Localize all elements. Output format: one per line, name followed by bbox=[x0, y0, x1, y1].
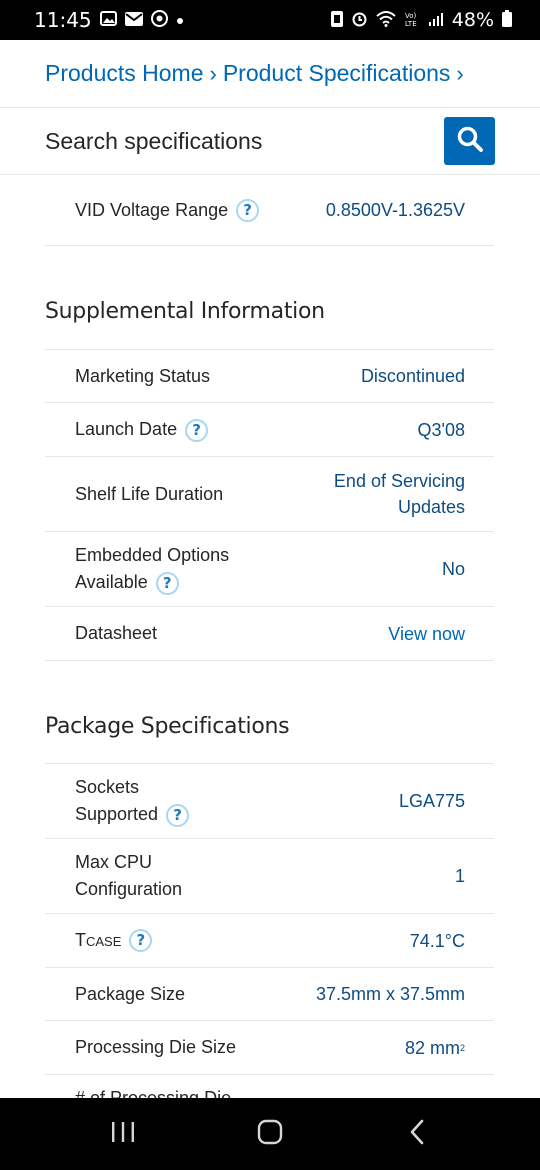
spec-label: Embedded Options Available? bbox=[75, 542, 265, 596]
status-time: 11:45 bbox=[34, 8, 92, 32]
breadcrumb-products-home[interactable]: Products Home bbox=[45, 60, 204, 87]
navigation-bar bbox=[0, 1098, 540, 1170]
spec-label: Shelf Life Duration bbox=[75, 483, 224, 504]
battery-icon bbox=[502, 10, 512, 30]
recent-apps-button[interactable] bbox=[93, 1109, 153, 1159]
spec-value: Discontinued bbox=[360, 366, 465, 386]
svg-text:LTE: LTE bbox=[405, 20, 417, 27]
signal-icon bbox=[428, 11, 444, 30]
spec-value: LGA775 bbox=[398, 791, 465, 811]
spec-label: Datasheet bbox=[75, 623, 158, 643]
spec-label: Sockets Supported? bbox=[75, 774, 215, 828]
spec-label: Processing Die Size bbox=[75, 1037, 237, 1057]
chrome-icon bbox=[150, 10, 168, 30]
status-bar: 11:45 Vo) LTE 48% bbox=[0, 0, 540, 40]
help-icon[interactable]: ? bbox=[129, 929, 153, 953]
specifications-content[interactable]: VID Voltage Range? 0.8500V-1.3625V Suppl… bbox=[0, 175, 540, 1098]
status-left: 11:45 bbox=[34, 8, 184, 32]
spec-label: Package Size bbox=[75, 983, 186, 1004]
help-icon[interactable]: ? bbox=[155, 571, 179, 595]
datasheet-view-now-link[interactable]: View now bbox=[388, 621, 465, 647]
nfc-icon bbox=[330, 10, 343, 30]
spec-value: No bbox=[441, 559, 465, 579]
help-icon[interactable]: ? bbox=[185, 418, 209, 442]
alarm-icon bbox=[351, 10, 368, 30]
svg-text:Vo): Vo) bbox=[405, 12, 417, 20]
search-button[interactable] bbox=[444, 117, 495, 165]
breadcrumb-product-specifications[interactable]: Product Specifications bbox=[223, 60, 451, 87]
gallery-icon bbox=[99, 11, 117, 29]
spec-value: 82 mm2 bbox=[404, 1037, 465, 1058]
spec-label: VID Voltage Range? bbox=[75, 197, 260, 224]
home-icon bbox=[257, 1119, 283, 1150]
spec-row-tcase: TCASE? 74.1°C bbox=[45, 914, 494, 968]
search-icon bbox=[456, 125, 484, 158]
spec-row-embedded-options: Embedded Options Available? No bbox=[45, 532, 494, 607]
section-title-package: Package Specifications bbox=[45, 714, 290, 739]
spec-value: 1 bbox=[454, 866, 465, 886]
home-button[interactable] bbox=[240, 1109, 300, 1159]
breadcrumb: Products Home › Product Specifications › bbox=[0, 40, 540, 108]
back-button[interactable] bbox=[387, 1109, 447, 1159]
spec-label: Max CPU Configuration bbox=[75, 852, 183, 899]
breadcrumb-separator: › bbox=[456, 60, 464, 86]
back-icon bbox=[408, 1119, 426, 1150]
spec-value: 0.8500V-1.3625V bbox=[325, 200, 465, 220]
help-icon[interactable]: ? bbox=[236, 199, 260, 223]
spec-label: # of Processing Die bbox=[75, 1088, 232, 1098]
battery-percent: 48% bbox=[451, 9, 494, 31]
spec-row-marketing-status: Marketing Status Discontinued bbox=[45, 350, 494, 403]
spec-row-sockets-supported: Sockets Supported? LGA775 bbox=[45, 764, 494, 839]
spec-label: TCASE? bbox=[75, 927, 153, 955]
spec-row-launch-date: Launch Date? Q3'08 bbox=[45, 403, 494, 457]
volte-icon: Vo) LTE bbox=[404, 11, 420, 30]
spec-label: Launch Date? bbox=[75, 416, 209, 443]
recent-apps-icon bbox=[110, 1120, 136, 1149]
spec-row-max-cpu-configuration: Max CPU Configuration 1 bbox=[45, 839, 494, 914]
spec-row-processing-die-size: Processing Die Size 82 mm2 bbox=[45, 1021, 494, 1075]
breadcrumb-separator: › bbox=[209, 60, 217, 86]
spec-row-vid-voltage-range: VID Voltage Range? 0.8500V-1.3625V bbox=[45, 175, 494, 246]
spec-value: 37.5mm x 37.5mm bbox=[315, 984, 465, 1004]
spec-value: Q3'08 bbox=[417, 419, 465, 440]
spec-value: 74.1°C bbox=[409, 930, 465, 951]
mail-icon bbox=[124, 11, 143, 29]
spec-row-package-size: Package Size 37.5mm x 37.5mm bbox=[45, 968, 494, 1021]
spec-row-shelf-life-duration: Shelf Life Duration End of Servicing Upd… bbox=[45, 457, 494, 532]
status-right: Vo) LTE 48% bbox=[330, 9, 512, 31]
search-specifications-label[interactable]: Search specifications bbox=[45, 128, 262, 155]
spec-row-processing-die-count: # of Processing Die bbox=[45, 1075, 494, 1098]
search-bar: Search specifications bbox=[0, 108, 540, 175]
spec-row-datasheet: Datasheet View now bbox=[45, 607, 494, 661]
spec-label: Marketing Status bbox=[75, 365, 211, 386]
section-title-supplemental: Supplemental Information bbox=[45, 299, 325, 324]
help-icon[interactable]: ? bbox=[166, 803, 190, 827]
wifi-icon bbox=[376, 10, 396, 30]
spec-value: End of Servicing Updates bbox=[333, 471, 465, 517]
notification-dot-icon bbox=[176, 12, 184, 28]
